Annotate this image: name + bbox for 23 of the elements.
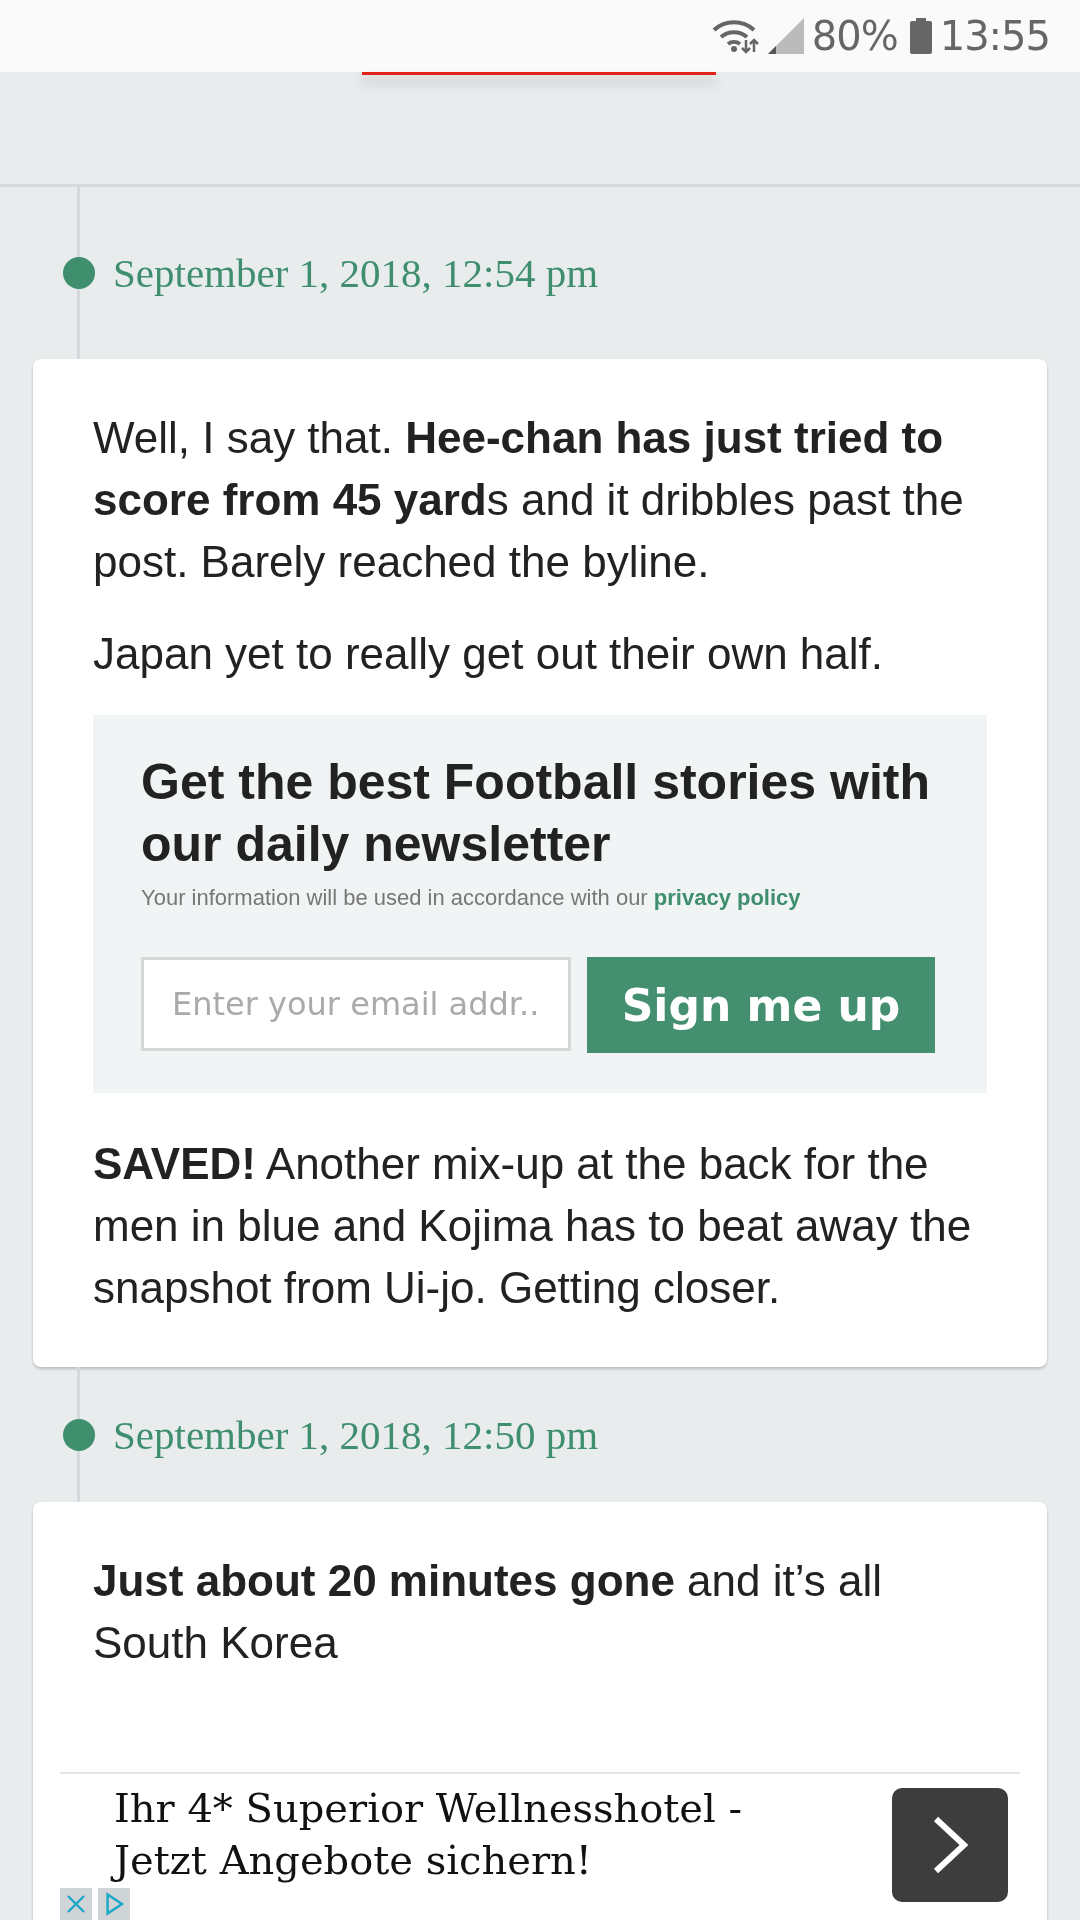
post-paragraph: Japan yet to really get out their own half. — [93, 628, 885, 680]
email-field[interactable]: Enter your email addr... — [141, 957, 571, 1051]
ad-next-button[interactable] — [892, 1788, 1008, 1902]
wifi-icon — [711, 18, 760, 54]
close-icon[interactable] — [60, 1888, 92, 1920]
ad-banner[interactable]: Ihr 4* Superior Wellnesshotel - Jetzt Angebote sichern! — [60, 1772, 1020, 1920]
entry-timestamp: September 1, 2018, 12:54 pm — [113, 249, 599, 297]
newsletter-title: Get the best Football stories with our daily newsletter — [141, 753, 931, 874]
clock: 13:55 — [939, 13, 1050, 59]
post-paragraph: Just about 20 minutes gone and it’s all South Korea — [93, 1555, 883, 1669]
post-paragraph: SAVED! Another mix-up at the back for the men in blue and Kojima has to beat away the snapshot from Ui-jo. Getting closer. — [93, 1138, 973, 1314]
timeline-dot — [63, 1418, 95, 1451]
sign-up-button[interactable]: Sign me up — [587, 957, 935, 1053]
post-paragraph: Well, I say that. Hee-chan has just tried to score from 45 yards and it dribbles past the post. Barely reached the byline. — [93, 412, 965, 588]
privacy-policy-link[interactable]: privacy policy — [653, 885, 801, 910]
entry-timestamp: September 1, 2018, 12:50 pm — [113, 1410, 599, 1459]
battery-icon — [909, 18, 932, 54]
battery-percent: 80% — [811, 13, 898, 59]
ad-text: Ihr 4* Superior Wellnesshotel - — [114, 1784, 744, 1833]
timeline-dot — [63, 257, 95, 289]
signal-icon — [767, 18, 804, 54]
ad-info-icon[interactable] — [98, 1888, 130, 1920]
privacy-note: Your information will be used in accordance with our — [141, 885, 648, 910]
